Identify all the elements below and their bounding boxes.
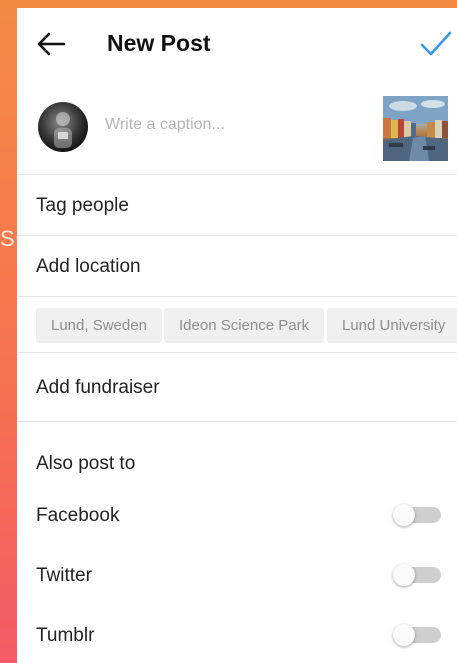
twitter-row[interactable]: Twitter xyxy=(17,545,457,605)
location-chip[interactable]: Ideon Science Park xyxy=(164,308,325,343)
twitter-toggle[interactable] xyxy=(393,564,441,586)
share-button[interactable] xyxy=(419,28,453,60)
arrow-left-icon xyxy=(37,32,66,56)
post-thumbnail[interactable] xyxy=(383,96,448,161)
checkmark-icon xyxy=(420,31,452,56)
tumblr-label: Tumblr xyxy=(36,625,95,646)
location-suggestions: Lund, Sweden Ideon Science Park Lund Uni… xyxy=(17,297,457,353)
caption-row xyxy=(17,78,457,175)
also-post-title: Also post to xyxy=(36,453,136,474)
toggle-knob xyxy=(393,564,415,586)
tag-people-label: Tag people xyxy=(36,195,129,216)
harbor-photo xyxy=(383,96,448,161)
add-fundraiser-label: Add fundraiser xyxy=(36,377,160,398)
location-chip[interactable]: Lund University xyxy=(327,308,457,343)
add-fundraiser-row[interactable]: Add fundraiser xyxy=(17,353,457,422)
add-location-row[interactable]: Add location xyxy=(17,236,457,297)
toggle-knob xyxy=(393,624,415,646)
also-post-section: Also post to Facebook Twitter Tumblr xyxy=(17,422,457,663)
facebook-toggle[interactable] xyxy=(393,504,441,526)
back-button[interactable] xyxy=(35,30,67,58)
tumblr-row[interactable]: Tumblr xyxy=(17,605,457,663)
add-location-label: Add location xyxy=(36,256,141,277)
toggle-knob xyxy=(393,504,415,526)
avatar-image xyxy=(54,112,72,148)
location-chip[interactable]: Lund, Sweden xyxy=(36,308,162,343)
tag-people-row[interactable]: Tag people xyxy=(17,175,457,236)
facebook-row[interactable]: Facebook xyxy=(17,485,457,545)
avatar xyxy=(38,102,88,152)
caption-input[interactable] xyxy=(105,116,365,134)
twitter-label: Twitter xyxy=(36,565,92,586)
page-title: New Post xyxy=(107,30,211,56)
new-post-sheet: New Post Write a caption... Tag people A… xyxy=(17,8,457,663)
facebook-label: Facebook xyxy=(36,505,120,526)
header: New Post xyxy=(17,8,457,78)
tumblr-toggle[interactable] xyxy=(393,624,441,646)
